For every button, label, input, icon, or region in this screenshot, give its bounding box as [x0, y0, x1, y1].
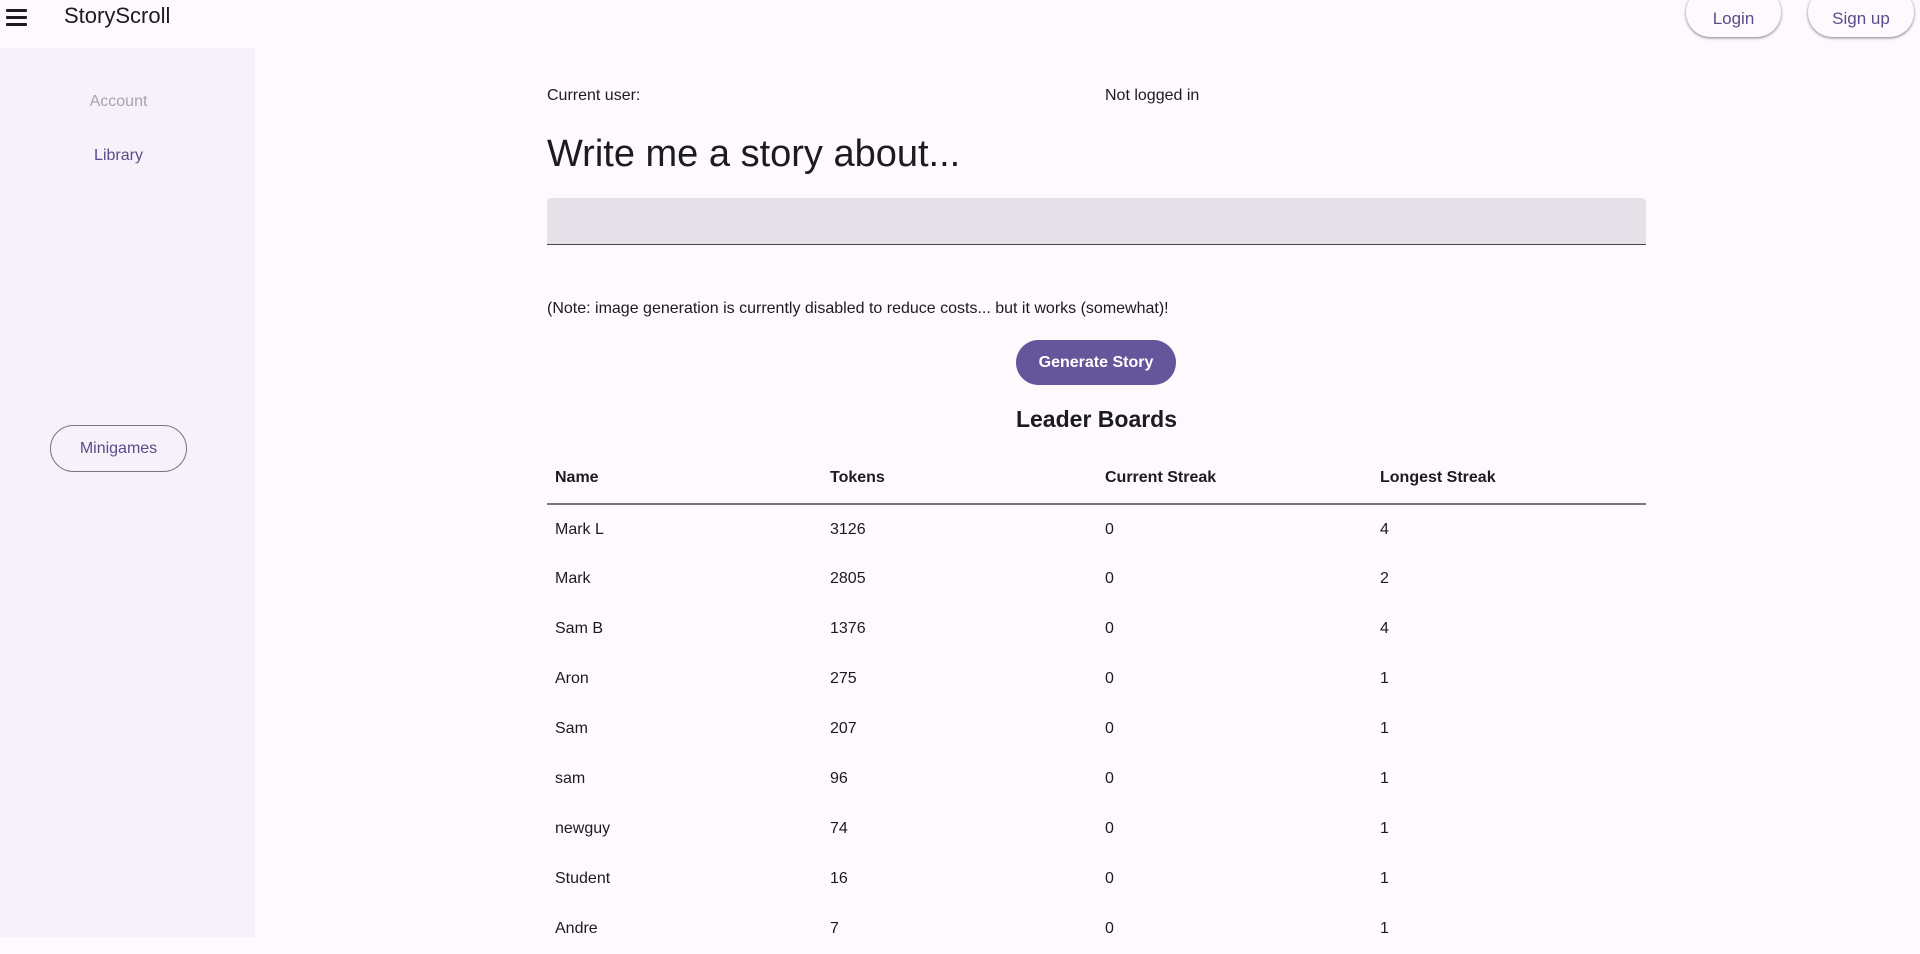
- cell-longest-streak: 1: [1380, 820, 1389, 837]
- sidebar-item-library[interactable]: Library: [0, 147, 237, 165]
- story-prompt-input[interactable]: [547, 198, 1646, 245]
- cell-name: Aron: [555, 670, 589, 687]
- column-header-longest-streak: Longest Streak: [1372, 453, 1646, 505]
- cell-longest-streak: 4: [1380, 520, 1389, 538]
- cell-name: Mark: [555, 570, 591, 587]
- current-user-value: Not logged in: [1105, 87, 1200, 104]
- table-row: sam 96 0 1: [547, 754, 1646, 804]
- hamburger-menu-icon[interactable]: [6, 4, 32, 30]
- page-title: Write me a story about...: [547, 133, 961, 175]
- cell-current-streak: 0: [1105, 820, 1114, 837]
- cell-current-streak: 0: [1105, 670, 1114, 687]
- top-app-bar: StoryScroll Login Sign up: [0, 0, 1920, 48]
- cell-longest-streak: 1: [1380, 720, 1389, 737]
- cell-name: newguy: [555, 820, 611, 837]
- cell-name: Sam: [555, 720, 588, 737]
- column-header-name: Name: [547, 453, 822, 505]
- cell-current-streak: 0: [1105, 520, 1114, 538]
- cell-current-streak: 0: [1105, 870, 1114, 887]
- cell-tokens: 3126: [830, 520, 866, 538]
- cell-tokens: 1376: [830, 620, 866, 637]
- cell-current-streak: 0: [1105, 620, 1114, 637]
- cell-longest-streak: 1: [1380, 920, 1389, 937]
- cell-longest-streak: 1: [1380, 670, 1389, 687]
- column-header-current-streak: Current Streak: [1097, 453, 1372, 505]
- login-button[interactable]: Login: [1686, 0, 1781, 37]
- signup-button[interactable]: Sign up: [1808, 0, 1914, 37]
- current-user-label: Current user:: [547, 87, 641, 104]
- minigames-button[interactable]: Minigames: [50, 425, 187, 472]
- cell-longest-streak: 1: [1380, 870, 1389, 887]
- leaderboard-table: Name Tokens Current Streak Longest Strea…: [547, 453, 1646, 954]
- table-row: Sam B 1376 0 4: [547, 604, 1646, 654]
- cell-current-streak: 0: [1105, 920, 1114, 937]
- cell-tokens: 7: [830, 920, 839, 937]
- sidebar: Account Library Minigames: [0, 48, 255, 937]
- cell-longest-streak: 1: [1380, 770, 1389, 787]
- sidebar-item-account[interactable]: Account: [0, 93, 237, 111]
- app-title: StoryScroll: [64, 3, 171, 28]
- cell-longest-streak: 4: [1380, 620, 1389, 637]
- cell-current-streak: 0: [1105, 570, 1114, 587]
- cell-name: Student: [555, 870, 611, 887]
- cell-tokens: 16: [830, 870, 848, 887]
- table-row: Mark L 3126 0 4: [547, 504, 1646, 554]
- image-generation-note: (Note: image generation is currently dis…: [547, 300, 1169, 317]
- generate-story-button[interactable]: Generate Story: [1016, 340, 1176, 385]
- cell-tokens: 96: [830, 770, 848, 787]
- cell-current-streak: 0: [1105, 770, 1114, 787]
- cell-name: Sam B: [555, 620, 604, 637]
- column-header-tokens: Tokens: [822, 453, 1097, 505]
- cell-name: Mark L: [555, 520, 604, 538]
- cell-tokens: 275: [830, 670, 857, 687]
- cell-name: Andre: [555, 920, 598, 937]
- table-row: Aron 275 0 1: [547, 654, 1646, 704]
- cell-tokens: 2805: [830, 570, 866, 587]
- cell-name: sam: [555, 770, 586, 787]
- table-row: Student 16 0 1: [547, 854, 1646, 904]
- cell-tokens: 207: [830, 720, 857, 737]
- cell-tokens: 74: [830, 820, 848, 837]
- table-row: Andre 7 0 1: [547, 904, 1646, 954]
- cell-longest-streak: 2: [1380, 570, 1389, 587]
- table-row: Sam 207 0 1: [547, 704, 1646, 754]
- table-row: Mark 2805 0 2: [547, 554, 1646, 604]
- cell-current-streak: 0: [1105, 720, 1114, 737]
- table-header-row: Name Tokens Current Streak Longest Strea…: [547, 453, 1646, 505]
- leaderboard-title: Leader Boards: [1015, 406, 1178, 432]
- table-row: newguy 74 0 1: [547, 804, 1646, 854]
